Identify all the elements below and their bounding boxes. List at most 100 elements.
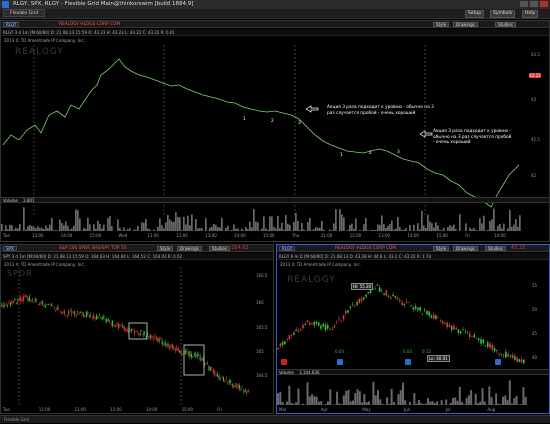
candle-body bbox=[469, 334, 471, 337]
candle-body bbox=[149, 336, 150, 338]
x-tick: 12:00 bbox=[350, 233, 362, 238]
x-tick: 14:00 bbox=[61, 233, 73, 238]
x-tick: 13:00 bbox=[205, 233, 217, 238]
volume-bar-item bbox=[175, 212, 177, 231]
candle-body bbox=[35, 299, 36, 301]
event-marker-icon[interactable] bbox=[405, 359, 411, 365]
candle-body bbox=[45, 306, 46, 308]
drawings-button[interactable]: Drawings bbox=[177, 246, 202, 251]
event-marker-icon[interactable] bbox=[281, 359, 287, 365]
candle-body bbox=[304, 324, 306, 325]
candle-body bbox=[70, 310, 71, 311]
help-button[interactable]: Help bbox=[522, 10, 538, 18]
studies-button[interactable]: Studies bbox=[495, 22, 516, 27]
volume-bar-item bbox=[469, 228, 471, 231]
volume-bar-item bbox=[265, 228, 267, 231]
candle-body bbox=[49, 304, 50, 305]
candle-body bbox=[76, 314, 77, 316]
volume-bar-item bbox=[311, 230, 313, 231]
volume-bar-item bbox=[511, 227, 513, 231]
candle-body bbox=[309, 323, 311, 325]
touch-label-5: 2 bbox=[369, 151, 372, 157]
studies-button[interactable]: Studies bbox=[485, 246, 506, 251]
candle-body bbox=[134, 331, 135, 333]
candle-body bbox=[108, 319, 109, 321]
volume-bar-item bbox=[391, 389, 393, 405]
candle-body bbox=[166, 344, 167, 346]
drawings-button[interactable]: Drawings bbox=[453, 246, 478, 251]
volume-bar-item bbox=[257, 222, 259, 231]
volume-bar-item bbox=[31, 226, 33, 231]
volume-bar-item bbox=[11, 225, 13, 231]
volume-bar-item bbox=[65, 221, 67, 231]
volume-bar-item bbox=[399, 227, 401, 231]
event-marker-icon[interactable] bbox=[495, 359, 501, 365]
tab-flexible-grid[interactable]: Flexible Grid bbox=[3, 9, 45, 17]
volume-bar-item bbox=[17, 228, 19, 231]
candle-body bbox=[236, 385, 237, 386]
candle-body bbox=[365, 294, 367, 296]
volume-bar-item bbox=[275, 229, 277, 231]
value-label: 0.12 bbox=[422, 349, 431, 354]
volume-bar-item bbox=[89, 224, 91, 231]
symbol-field[interactable]: RLGY bbox=[279, 246, 295, 251]
volume-bar-item bbox=[71, 228, 73, 231]
candle-body bbox=[431, 316, 433, 318]
style-button[interactable]: Style bbox=[157, 246, 173, 251]
volume-bar-item bbox=[169, 219, 171, 231]
volume-bar-item bbox=[459, 214, 461, 231]
candle-body bbox=[383, 293, 385, 294]
style-button[interactable]: Style bbox=[433, 246, 449, 251]
candle-body bbox=[58, 308, 59, 309]
volume-bar-item bbox=[335, 209, 337, 231]
volume-bar-item bbox=[51, 218, 53, 231]
volume-bar-item bbox=[286, 402, 288, 405]
candle-body bbox=[42, 302, 43, 304]
x-tick: 15:00 bbox=[263, 233, 275, 238]
toolbar: Flexible Grid Setup Symbols Help bbox=[0, 9, 550, 19]
volume-bar-item bbox=[267, 230, 269, 231]
candle-body bbox=[395, 296, 397, 297]
volume-bar-item bbox=[67, 226, 69, 231]
candle-body bbox=[33, 302, 34, 303]
volume-bar-item bbox=[5, 225, 7, 231]
candle-body bbox=[460, 331, 462, 333]
studies-button[interactable]: Studies bbox=[209, 246, 230, 251]
candle-body bbox=[4, 305, 5, 306]
volume-bar-item bbox=[215, 225, 217, 231]
quote-row: RLGY 3 d 1m [M:60/60] D: 21.08.13 15:59 … bbox=[1, 29, 549, 36]
symbols-button[interactable]: Symbols bbox=[490, 10, 515, 18]
volume-bar-item bbox=[83, 228, 85, 231]
candle-body bbox=[115, 326, 116, 327]
x-tick: Tue bbox=[3, 233, 10, 238]
candle-body bbox=[217, 374, 218, 377]
volume-bar-item bbox=[507, 400, 509, 405]
candle-body bbox=[437, 317, 439, 318]
close-button[interactable] bbox=[540, 1, 548, 7]
drawings-button[interactable]: Drawings bbox=[453, 22, 478, 27]
event-marker-icon[interactable] bbox=[337, 359, 343, 365]
y-tick: 165 bbox=[256, 349, 264, 354]
candle-body bbox=[444, 323, 446, 324]
style-button[interactable]: Style bbox=[433, 22, 449, 27]
symbol-field[interactable]: RLGY bbox=[3, 22, 19, 27]
candle-body bbox=[188, 352, 189, 355]
volume-bar-item bbox=[515, 219, 517, 231]
candle-body bbox=[162, 340, 163, 344]
minimize-button[interactable] bbox=[520, 1, 528, 7]
volume-bar-item bbox=[419, 229, 421, 231]
candle-body bbox=[86, 312, 87, 317]
candle-body bbox=[153, 338, 154, 339]
symbol-field[interactable]: SPX bbox=[3, 246, 17, 251]
candle-body bbox=[87, 313, 88, 315]
candle-body bbox=[125, 329, 126, 330]
maximize-button[interactable] bbox=[530, 1, 538, 7]
candle-body bbox=[392, 295, 394, 296]
x-tick: Fri bbox=[465, 233, 470, 238]
candle-body bbox=[224, 381, 225, 382]
volume-bar-item bbox=[279, 392, 281, 405]
candle-body bbox=[345, 311, 347, 313]
setup-button[interactable]: Setup bbox=[465, 10, 484, 18]
volume-bar-item bbox=[363, 224, 365, 231]
x-tick: 10:00 bbox=[494, 233, 506, 238]
